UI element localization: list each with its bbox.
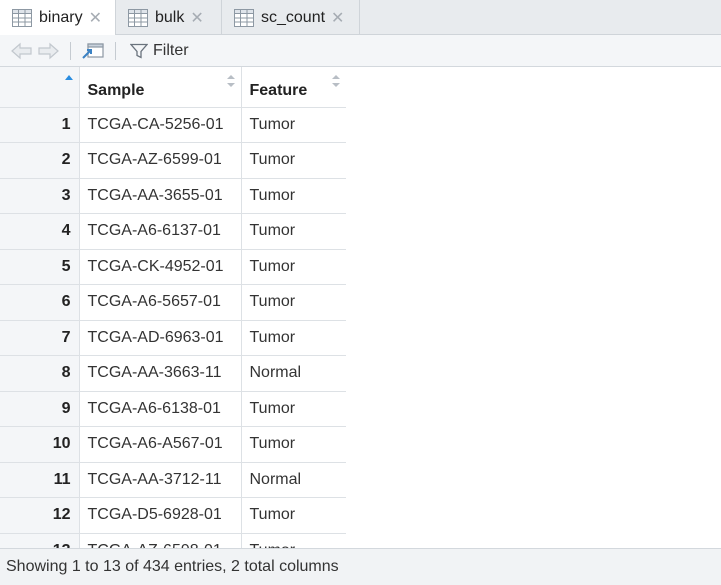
tab-label: binary — [39, 9, 83, 26]
table-row[interactable]: 1 TCGA-CA-5256-01 Tumor — [0, 107, 346, 143]
table-row[interactable]: 7 TCGA-AD-6963-01 Tumor — [0, 320, 346, 356]
sample-cell: TCGA-CK-4952-01 — [79, 249, 242, 285]
column-header-index[interactable] — [0, 67, 80, 108]
table-icon — [128, 8, 148, 27]
tab-bar: binary ✕ bulk ✕ sc_count ✕ — [0, 0, 721, 36]
row-index-cell: 1 — [0, 107, 80, 143]
feature-cell: Tumor — [241, 107, 346, 143]
table-icon — [234, 8, 254, 27]
table-row[interactable]: 5 TCGA-CK-4952-01 Tumor — [0, 249, 346, 285]
feature-cell: Tumor — [241, 178, 346, 214]
feature-cell: Tumor — [241, 426, 346, 463]
header-row: Sample Feature — [0, 67, 346, 108]
column-header-sample[interactable]: Sample — [79, 67, 242, 108]
table-row[interactable]: 9 TCGA-A6-6138-01 Tumor — [0, 391, 346, 427]
filter-label: Filter — [153, 41, 189, 59]
row-index-cell: 9 — [0, 391, 80, 427]
table-row[interactable]: 8 TCGA-AA-3663-11 Normal — [0, 355, 346, 392]
sort-icon — [331, 75, 340, 87]
feature-cell: Tumor — [241, 320, 346, 356]
toolbar: Filter — [0, 35, 721, 67]
feature-cell: Tumor — [241, 533, 346, 548]
column-header-feature[interactable]: Feature — [241, 67, 346, 108]
sample-cell: TCGA-A6-A567-01 — [79, 426, 242, 463]
sample-cell: TCGA-AZ-6598-01 — [79, 533, 242, 548]
sample-cell: TCGA-A6-6138-01 — [79, 391, 242, 427]
table-row[interactable]: 4 TCGA-A6-6137-01 Tumor — [0, 213, 346, 250]
table-row[interactable]: 3 TCGA-AA-3655-01 Tumor — [0, 178, 346, 214]
filter-icon — [130, 43, 148, 59]
close-icon[interactable]: ✕ — [190, 8, 203, 28]
feature-cell: Tumor — [241, 391, 346, 427]
row-index-cell: 11 — [0, 462, 80, 498]
tab-binary[interactable]: binary ✕ — [0, 0, 116, 36]
toolbar-divider — [70, 41, 71, 60]
table-row[interactable]: 2 TCGA-AZ-6599-01 Tumor — [0, 142, 346, 179]
forward-arrow-icon[interactable] — [36, 42, 60, 60]
row-index-cell: 7 — [0, 320, 80, 356]
table-row[interactable]: 13TCGA-AZ-6598-01Tumor — [0, 533, 346, 548]
feature-cell: Tumor — [241, 284, 346, 321]
table-row[interactable]: 12 TCGA-D5-6928-01 Tumor — [0, 497, 346, 534]
close-icon[interactable]: ✕ — [331, 8, 344, 28]
status-bar: Showing 1 to 13 of 434 entries, 2 total … — [0, 548, 721, 585]
sample-cell: TCGA-AZ-6599-01 — [79, 142, 242, 179]
toolbar-divider — [115, 41, 116, 60]
tab-label: sc_count — [261, 8, 326, 26]
sample-cell: TCGA-CA-5256-01 — [79, 107, 242, 143]
sample-cell: TCGA-AD-6963-01 — [79, 320, 242, 356]
row-index-cell: 4 — [0, 213, 80, 250]
filter-button[interactable]: Filter — [130, 42, 189, 60]
sample-cell: TCGA-AA-3712-11 — [79, 462, 242, 498]
sample-cell: TCGA-AA-3663-11 — [79, 355, 242, 392]
feature-cell: Tumor — [241, 142, 346, 179]
tab-label: bulk — [155, 8, 185, 26]
close-icon[interactable]: ✕ — [89, 8, 102, 28]
row-index-cell: 6 — [0, 284, 80, 321]
table-icon — [12, 9, 32, 27]
sort-icon — [226, 75, 235, 87]
data-table-viewport[interactable]: Sample Feature 1 TCGA-CA-5256-01 Tumor 2 TCG… — [0, 67, 346, 548]
feature-cell: Normal — [241, 355, 346, 392]
table-row[interactable]: 10 TCGA-A6-A567-01 Tumor — [0, 426, 346, 463]
feature-cell: Tumor — [241, 249, 346, 285]
sample-cell: TCGA-AA-3655-01 — [79, 178, 242, 214]
sample-cell: TCGA-A6-5657-01 — [79, 284, 242, 321]
feature-cell: Tumor — [241, 213, 346, 250]
table-row[interactable]: 11 TCGA-AA-3712-11 Normal — [0, 462, 346, 498]
sample-cell: TCGA-A6-6137-01 — [79, 213, 242, 250]
sort-ascending-icon — [64, 75, 73, 80]
back-arrow-icon[interactable] — [10, 42, 34, 60]
row-index-cell: 13 — [0, 533, 80, 548]
data-table: Sample Feature 1 TCGA-CA-5256-01 Tumor 2 TCG… — [0, 67, 346, 548]
row-index-cell: 3 — [0, 178, 80, 214]
row-index-cell: 10 — [0, 426, 80, 463]
table-row[interactable]: 6 TCGA-A6-5657-01 Tumor — [0, 284, 346, 321]
feature-cell: Tumor — [241, 497, 346, 534]
sample-cell: TCGA-D5-6928-01 — [79, 497, 242, 534]
entries-summary: Showing 1 to 13 of 434 entries, 2 total … — [6, 558, 339, 575]
row-index-cell: 2 — [0, 142, 80, 179]
popout-window-icon[interactable] — [81, 41, 105, 61]
row-index-cell: 12 — [0, 497, 80, 534]
tab-bulk[interactable]: bulk ✕ — [116, 0, 222, 35]
tab-sc-count[interactable]: sc_count ✕ — [222, 0, 360, 35]
row-index-cell: 8 — [0, 355, 80, 392]
row-index-cell: 5 — [0, 249, 80, 285]
table-body: 1 TCGA-CA-5256-01 Tumor 2 TCGA-AZ-6599-01 Tum… — [0, 107, 346, 548]
feature-cell: Normal — [241, 462, 346, 498]
